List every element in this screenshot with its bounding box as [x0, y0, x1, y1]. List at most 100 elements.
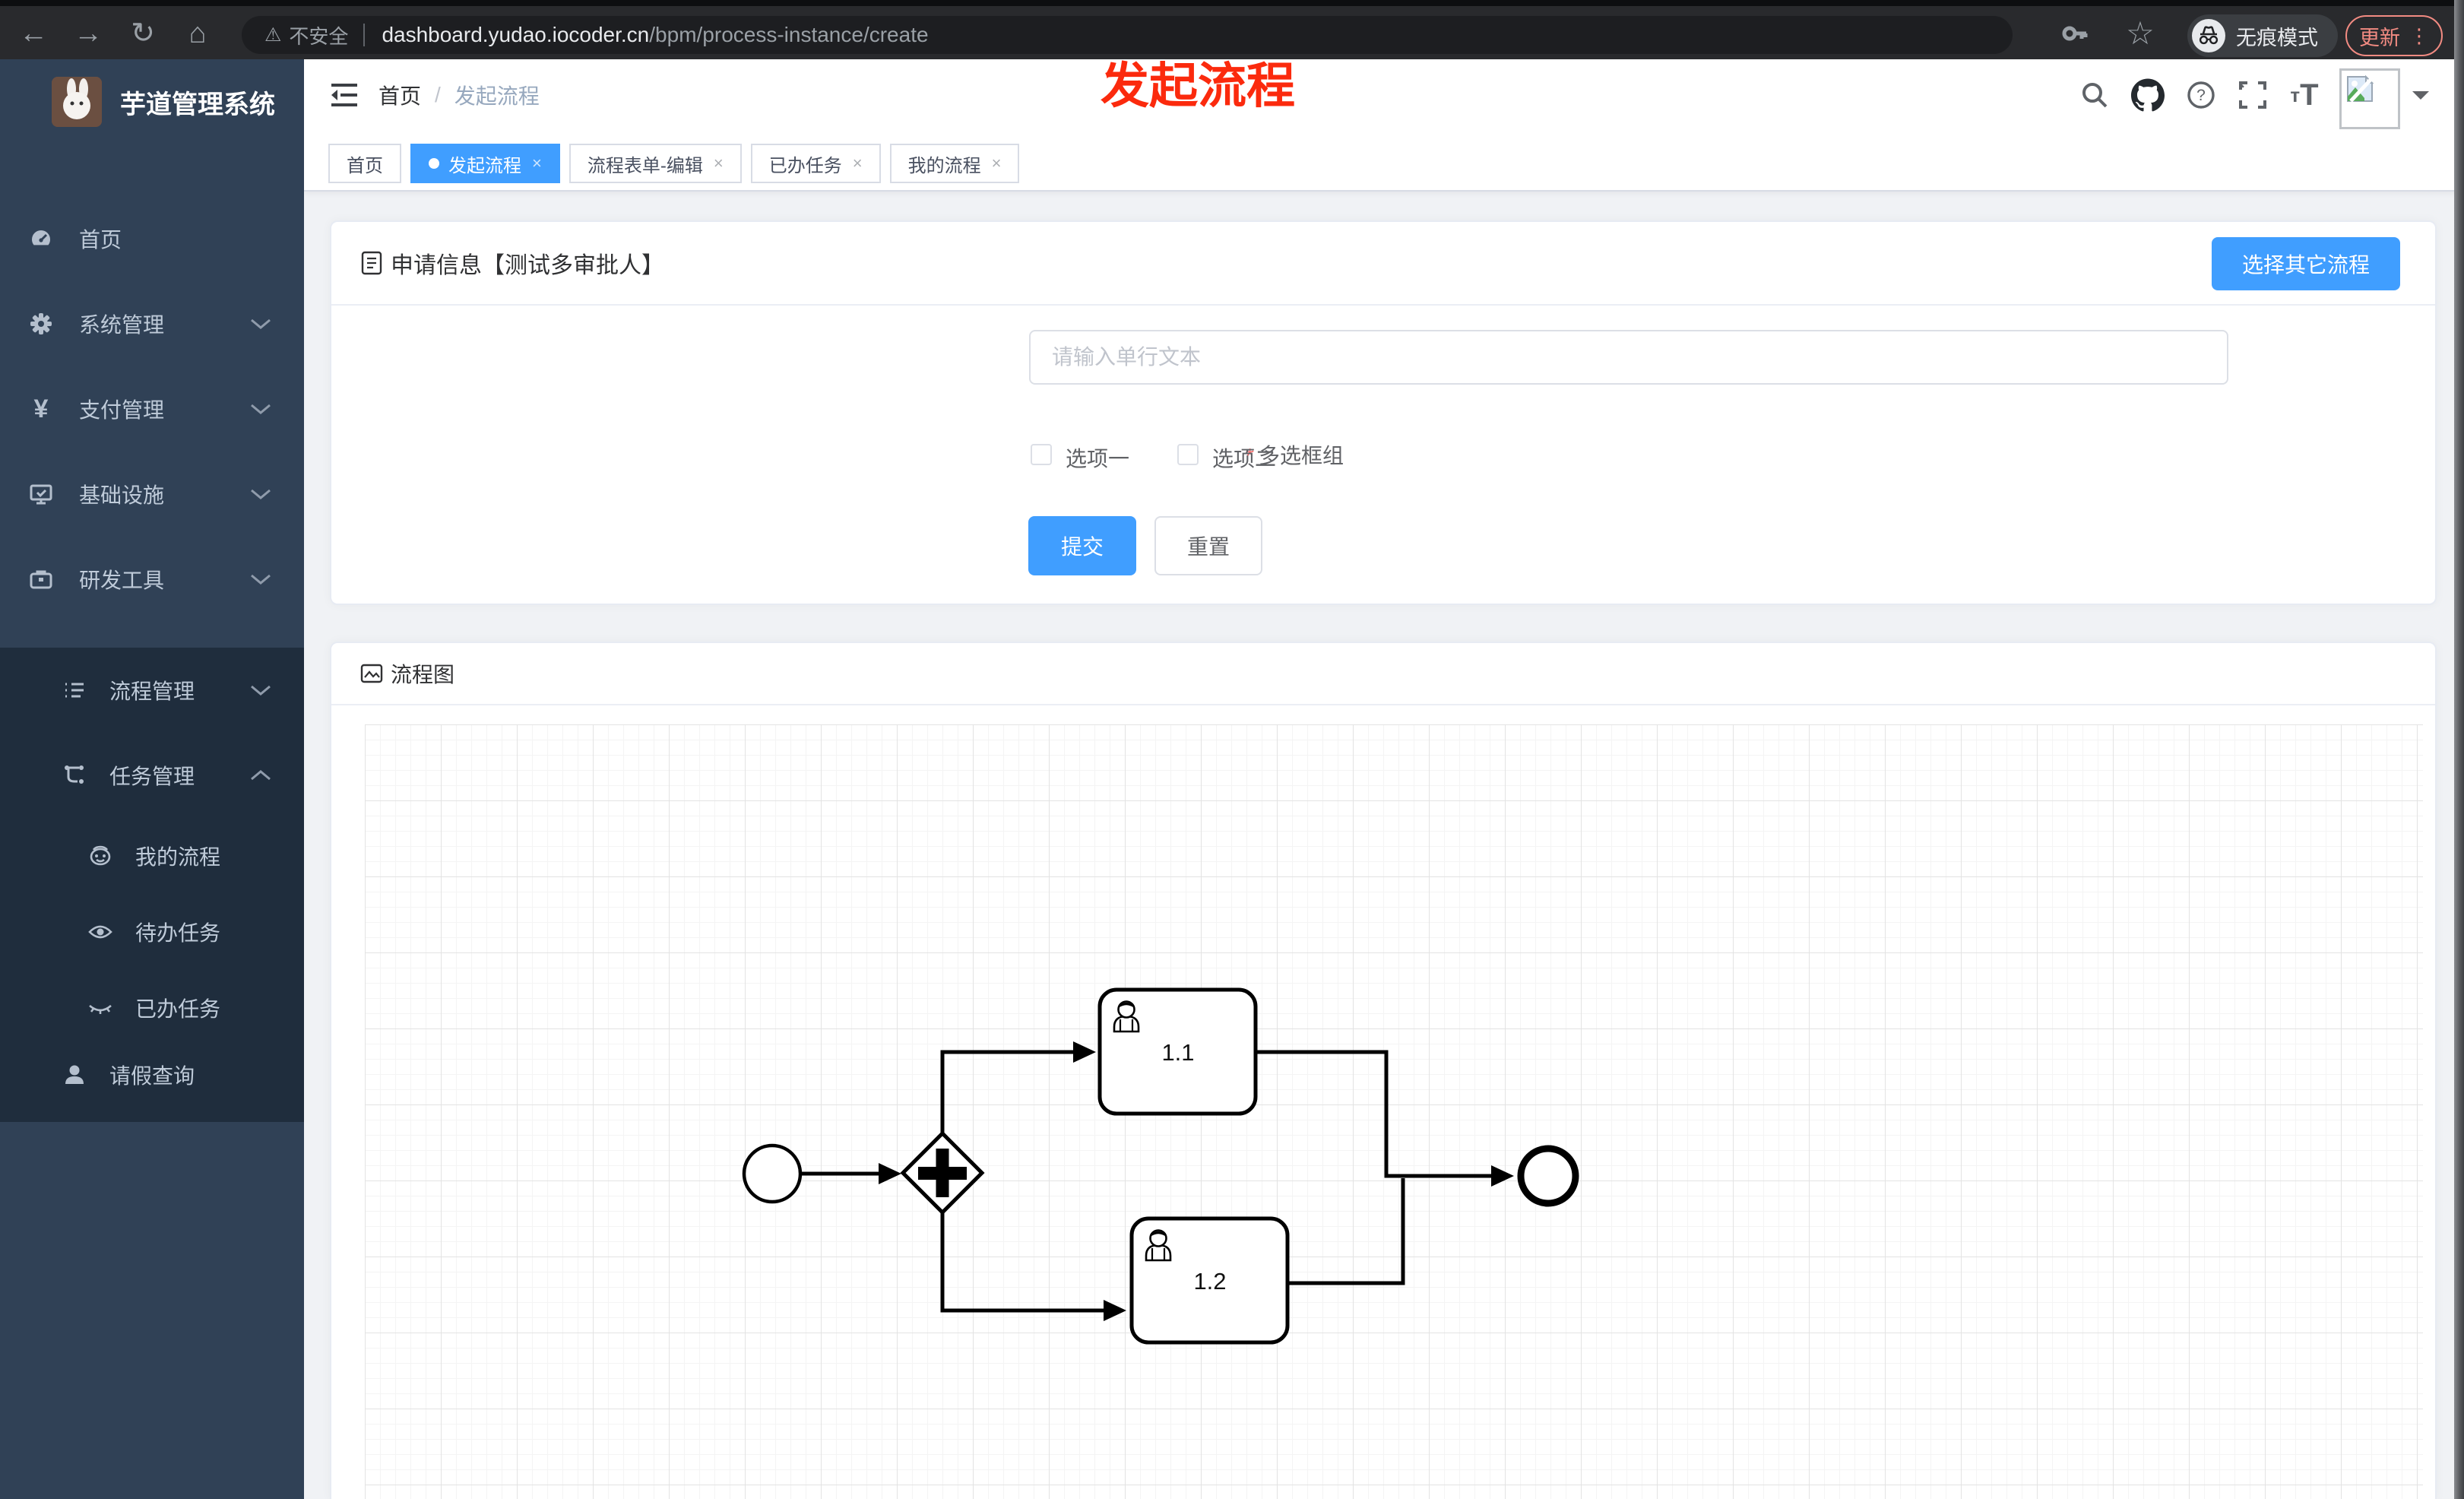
checkbox-label-option-1[interactable]: 选项一: [1066, 442, 1129, 473]
back-icon: ←: [19, 17, 48, 49]
sidebar-item-label: 请假查询: [109, 1064, 195, 1088]
breadcrumb-separator: /: [435, 83, 441, 106]
monitor-icon: [29, 482, 53, 506]
chevron-down-icon: [249, 572, 272, 586]
chevron-down-icon: [249, 402, 272, 416]
submit-button[interactable]: 提交: [1028, 516, 1136, 575]
list-tree-icon: [62, 678, 87, 702]
chevron-down-icon: [249, 317, 272, 331]
document-icon: [361, 251, 382, 275]
reload-icon: ↻: [131, 17, 155, 49]
page-scrollbar[interactable]: [2454, 0, 2464, 1499]
checkbox-option-2[interactable]: [1177, 444, 1199, 465]
checkbox-label-option-2[interactable]: 选项二: [1212, 442, 1276, 473]
security-label[interactable]: 不安全: [289, 21, 348, 49]
sidebar: 芋道管理系统 首页 系统管理 ¥ 支付管理 基础设施 研发工具 工作流程 流程管…: [0, 59, 304, 1499]
sidebar-item-task-management[interactable]: 任务管理: [0, 733, 304, 818]
sidebar-item-label: 流程管理: [109, 680, 195, 703]
logo-avatar: [52, 77, 102, 127]
checkbox-option-1[interactable]: [1031, 444, 1052, 465]
bookmark-star-icon[interactable]: ☆: [2119, 12, 2162, 55]
process-diagram-card: 流程图 1.1 1.2: [330, 642, 2437, 1499]
close-icon[interactable]: ×: [853, 154, 863, 173]
breadcrumb-home[interactable]: 首页: [378, 80, 421, 110]
sidebar-item-label: 首页: [79, 228, 122, 252]
sidebar-item-infrastructure[interactable]: 基础设施: [0, 452, 304, 537]
chevron-down-icon: [249, 683, 272, 697]
gear-icon: [29, 312, 53, 336]
avatar-dropdown-caret[interactable]: [2411, 59, 2431, 131]
yen-icon: ¥: [33, 394, 49, 423]
browser-menu-icon[interactable]: ⋮: [2409, 26, 2429, 46]
sidebar-item-label: 我的流程: [135, 845, 221, 869]
tab-label: 已办任务: [768, 155, 842, 176]
tab-label: 流程表单-编辑: [587, 155, 703, 176]
close-icon[interactable]: ×: [714, 154, 724, 173]
sidebar-item-system[interactable]: 系统管理: [0, 281, 304, 366]
card-header: 流程图: [331, 643, 2435, 705]
browser-back-button[interactable]: ←: [12, 12, 55, 55]
start-event: [742, 1143, 803, 1204]
tab-home[interactable]: 首页: [328, 144, 401, 183]
task-label: 1.1: [1161, 1039, 1194, 1066]
fullscreen-icon[interactable]: [2231, 59, 2274, 131]
browser-reload-button[interactable]: ↻: [122, 12, 164, 55]
key-icon[interactable]: [2054, 12, 2096, 55]
sidebar-item-label: 支付管理: [79, 398, 165, 422]
star-glyph: ☆: [2126, 15, 2155, 51]
url-divider: [363, 24, 366, 46]
eye-closed-icon: [88, 996, 112, 1020]
dashboard-icon: [29, 227, 53, 251]
single-line-text-input[interactable]: [1029, 330, 2228, 385]
browser-home-button[interactable]: ⌂: [176, 12, 219, 55]
app-title: 芋道管理系统: [120, 90, 275, 119]
annotation-overlay-text: 发起流程: [1101, 59, 1295, 113]
tab-done-tasks[interactable]: 已办任务 ×: [750, 144, 881, 183]
search-icon[interactable]: [2073, 59, 2116, 131]
picture-icon: [360, 664, 383, 683]
close-icon[interactable]: ×: [532, 154, 542, 173]
sidebar-item-process-management[interactable]: 流程管理: [0, 648, 304, 733]
app-logo-row[interactable]: 芋道管理系统: [0, 59, 304, 144]
tab-start-process[interactable]: 发起流程 ×: [410, 144, 560, 183]
reset-button[interactable]: 重置: [1154, 516, 1262, 575]
apply-info-card: 申请信息【测试多审批人】 选择其它流程 *单行文本 *多选框组 选项一 选项二 …: [330, 220, 2437, 605]
tab-my-process[interactable]: 我的流程 ×: [889, 144, 1020, 183]
sidebar-item-done-tasks[interactable]: 已办任务: [0, 970, 304, 1046]
incognito-label: 无痕模式: [2236, 26, 2318, 49]
url-host: dashboard.yudao.iocoder.cn: [382, 23, 650, 46]
url-path: /bpm/process-instance/create: [649, 23, 929, 46]
sidebar-item-leave-query[interactable]: 请假查询: [0, 1037, 304, 1113]
browser-forward-button[interactable]: →: [67, 12, 109, 55]
parallel-gateway: [900, 1130, 985, 1215]
task-label: 1.2: [1193, 1268, 1226, 1295]
close-icon[interactable]: ×: [992, 154, 1002, 173]
user-task-1: 1.1: [1097, 987, 1258, 1116]
help-icon[interactable]: ?: [2180, 59, 2222, 131]
tab-process-form-edit[interactable]: 流程表单-编辑 ×: [568, 144, 742, 183]
sidebar-item-home[interactable]: 首页: [0, 196, 304, 281]
home-icon: ⌂: [188, 17, 207, 49]
sidebar-item-payment[interactable]: ¥ 支付管理: [0, 366, 304, 452]
bpmn-diagram: 1.1 1.2: [742, 987, 1579, 1345]
chevron-up-icon: [249, 769, 272, 782]
breadcrumb-current: 发起流程: [454, 84, 540, 108]
bpmn-canvas[interactable]: 1.1 1.2: [365, 724, 2423, 1499]
browser-update-button[interactable]: 更新 ⋮: [2345, 15, 2443, 56]
flow-branch-icon: [62, 763, 87, 788]
breadcrumb: 首页 / 发起流程: [378, 59, 540, 131]
toolbox-icon: [29, 567, 53, 591]
collapse-sidebar-button[interactable]: [328, 79, 360, 111]
sidebar-item-todo-tasks[interactable]: 待办任务: [0, 894, 304, 970]
font-size-icon[interactable]: тT: [2283, 59, 2326, 131]
choose-other-process-button[interactable]: 选择其它流程: [2211, 237, 2400, 290]
incognito-badge: 无痕模式: [2187, 14, 2338, 57]
person-icon: [62, 1063, 87, 1087]
sidebar-item-my-process[interactable]: 我的流程: [0, 818, 304, 894]
forward-icon: →: [74, 17, 103, 49]
github-icon[interactable]: [2127, 59, 2169, 131]
avatar[interactable]: [2339, 68, 2400, 129]
sidebar-item-label: 待办任务: [135, 921, 221, 945]
svg-text:?: ?: [2196, 87, 2206, 104]
sidebar-item-dev-tools[interactable]: 研发工具: [0, 537, 304, 622]
